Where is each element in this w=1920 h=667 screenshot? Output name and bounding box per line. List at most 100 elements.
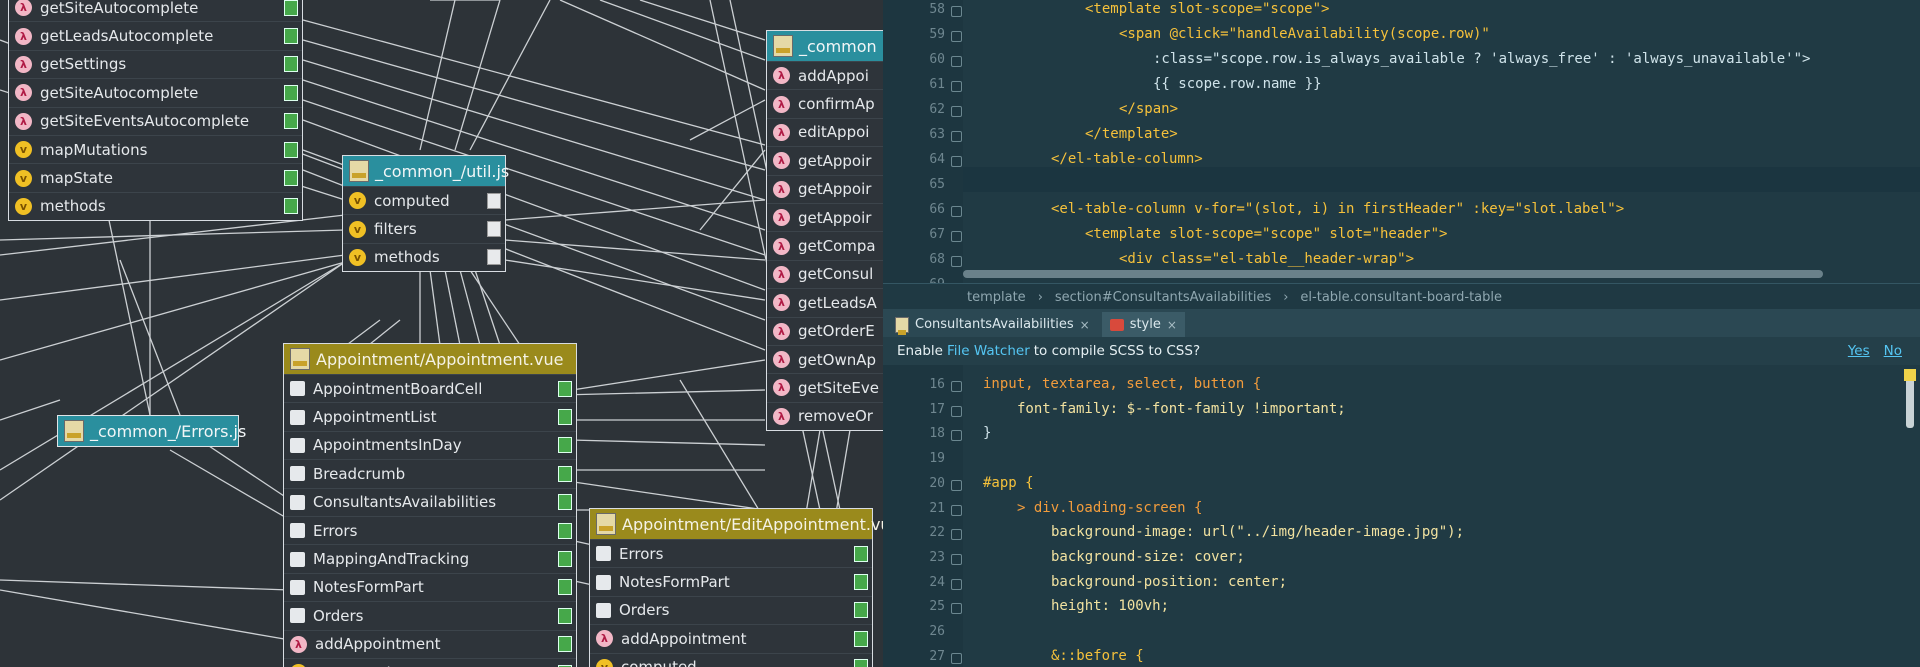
- fold-marker-icon[interactable]: [951, 381, 962, 392]
- code-line[interactable]: {{ scope.row.name }}: [1153, 76, 1322, 92]
- tab-style[interactable]: style ×: [1101, 312, 1185, 337]
- code-line[interactable]: background-position: center;: [1051, 574, 1287, 590]
- code-line[interactable]: background-image: url("../img/header-ima…: [1051, 524, 1464, 540]
- module-member-row[interactable]: λ getOwnAp: [767, 344, 883, 373]
- module-member-row[interactable]: Orders: [284, 601, 576, 629]
- module-member-row[interactable]: ConsultantsAvailabilities: [284, 487, 576, 516]
- code-line[interactable]: <el-table-column v-for="(slot, i) in fir…: [1051, 201, 1624, 217]
- module-member-row[interactable]: λ getSiteEve: [767, 373, 883, 401]
- fold-marker-icon[interactable]: [951, 430, 962, 442]
- breadcrumb-item[interactable]: el-table.consultant-board-table: [1300, 290, 1502, 305]
- fold-marker-icon[interactable]: [951, 156, 962, 167]
- fold-marker-icon[interactable]: [951, 256, 962, 267]
- horizontal-scrollbar[interactable]: [963, 270, 1823, 278]
- fold-marker-icon[interactable]: [951, 31, 962, 42]
- module-member-row[interactable]: λ addAppoi: [767, 61, 883, 89]
- module-member-row[interactable]: Errors: [590, 539, 872, 567]
- module-box-edit-appointment-vue[interactable]: Appointment/EditAppointment.vue Errors No…: [589, 508, 883, 667]
- fold-marker-icon[interactable]: [951, 81, 962, 92]
- module-member-row[interactable]: λ getSiteEventsAutocomplete: [9, 106, 302, 135]
- code-line[interactable]: background-size: cover;: [1051, 549, 1245, 565]
- connector-port-icon[interactable]: [558, 465, 572, 482]
- module-member-row[interactable]: NotesFormPart: [590, 567, 872, 595]
- connector-port-icon[interactable]: [854, 602, 868, 619]
- code-line[interactable]: <template slot-scope="scope" slot="heade…: [1085, 226, 1447, 242]
- fold-marker-icon[interactable]: [951, 504, 962, 516]
- module-member-row[interactable]: v methods: [343, 242, 505, 271]
- module-member-row[interactable]: NotesFormPart: [284, 572, 576, 601]
- code-line[interactable]: height: 100vh;: [1051, 598, 1169, 614]
- module-member-row[interactable]: λ confirmAp: [767, 89, 883, 117]
- code-line[interactable]: &::before {: [1051, 648, 1144, 664]
- fold-marker-icon[interactable]: [951, 206, 962, 217]
- code-line[interactable]: <div class="el-table__header-wrap">: [1119, 251, 1414, 267]
- fold-marker-icon[interactable]: [951, 106, 962, 117]
- close-icon[interactable]: ×: [1080, 318, 1090, 332]
- fold-marker-icon[interactable]: [951, 652, 962, 664]
- vertical-scrollbar[interactable]: [1906, 373, 1914, 428]
- module-member-row[interactable]: λ getCompa: [767, 231, 883, 259]
- fold-marker-icon[interactable]: [951, 529, 962, 541]
- module-member-row[interactable]: v filters: [343, 214, 505, 242]
- module-member-row[interactable]: v computed: [343, 186, 505, 214]
- connector-port-icon[interactable]: [284, 84, 298, 101]
- module-member-row[interactable]: λ getLeadsAutocomplete: [9, 21, 302, 49]
- connector-port-icon[interactable]: [558, 636, 572, 653]
- module-member-row[interactable]: λ editAppoi: [767, 117, 883, 146]
- fold-marker-icon[interactable]: [951, 603, 962, 615]
- module-member-row[interactable]: λ getAppoir: [767, 174, 883, 203]
- code-line[interactable]: :class="scope.row.is_always_available ? …: [1153, 51, 1810, 67]
- module-member-row[interactable]: λ addAppointment: [284, 629, 576, 658]
- connector-port-icon[interactable]: [284, 113, 298, 130]
- fold-marker-icon[interactable]: [951, 6, 962, 17]
- code-line[interactable]: <span @click="handleAvailability(scope.r…: [1119, 26, 1490, 42]
- module-member-row[interactable]: Orders: [590, 595, 872, 624]
- module-box-appointment-vue[interactable]: Appointment/Appointment.vue AppointmentB…: [283, 343, 577, 667]
- module-member-row[interactable]: v computed: [590, 652, 872, 667]
- module-box-common-api[interactable]: _common λ addAppoi λ confirmAp λ editAppoi λ ge…: [766, 30, 883, 432]
- connector-port-icon[interactable]: [558, 409, 572, 426]
- module-member-row[interactable]: λ getSettings: [9, 49, 302, 78]
- connector-port-icon[interactable]: [284, 198, 298, 215]
- module-box-autocomplete[interactable]: λ getSiteAutocomplete λ getLeadsAutocomplet…: [8, 0, 303, 222]
- connector-port-icon[interactable]: [558, 522, 572, 539]
- connector-port-icon[interactable]: [854, 659, 868, 667]
- module-member-row[interactable]: v mapMutations: [9, 134, 302, 163]
- module-member-row[interactable]: AppointmentBoardCell: [284, 374, 576, 402]
- module-member-row[interactable]: λ getSiteAutocomplete: [9, 0, 302, 21]
- module-member-row[interactable]: λ getAppoir: [767, 202, 883, 231]
- module-member-row[interactable]: v methods: [9, 191, 302, 220]
- connector-port-icon[interactable]: [284, 28, 298, 45]
- module-member-row[interactable]: λ getSiteAutocomplete: [9, 78, 302, 106]
- fold-marker-icon[interactable]: [951, 405, 962, 417]
- breadcrumb-item[interactable]: section#ConsultantsAvailabilities: [1055, 290, 1271, 305]
- breadcrumb-item[interactable]: template: [967, 290, 1026, 305]
- editor-pane-style[interactable]: 16 input, textarea, select, button {17 fon…: [883, 365, 1920, 667]
- connector-port-icon[interactable]: [854, 545, 868, 562]
- fold-marker-icon[interactable]: [951, 56, 962, 67]
- module-member-row[interactable]: Errors: [284, 515, 576, 544]
- connector-port-icon[interactable]: [487, 192, 501, 209]
- connector-port-icon[interactable]: [558, 380, 572, 397]
- module-member-row[interactable]: AppointmentsInDay: [284, 430, 576, 459]
- tab-consultants-availabilities[interactable]: ConsultantsAvailabilities ×: [887, 312, 1098, 337]
- module-box-util-js[interactable]: _common_/util.js v computed v filters v metho…: [342, 155, 509, 273]
- module-member-row[interactable]: λ getAppoir: [767, 146, 883, 174]
- connector-port-icon[interactable]: [854, 630, 868, 647]
- module-member-row[interactable]: λ getConsul: [767, 259, 883, 288]
- close-icon[interactable]: ×: [1167, 318, 1177, 332]
- fold-marker-icon[interactable]: [951, 578, 962, 590]
- module-member-row[interactable]: λ getLeadsA: [767, 288, 883, 316]
- code-line[interactable]: #app {: [983, 475, 1034, 491]
- connector-port-icon[interactable]: [284, 170, 298, 187]
- connector-port-icon[interactable]: [558, 551, 572, 568]
- fold-marker-icon[interactable]: [951, 553, 962, 565]
- connector-port-icon[interactable]: [487, 249, 501, 266]
- no-link[interactable]: No: [1884, 343, 1902, 359]
- fold-marker-icon[interactable]: [951, 479, 962, 491]
- module-member-row[interactable]: MappingAndTracking: [284, 544, 576, 572]
- connector-port-icon[interactable]: [558, 607, 572, 624]
- connector-port-icon[interactable]: [284, 141, 298, 158]
- connector-port-icon[interactable]: [284, 0, 298, 16]
- module-member-row[interactable]: AppointmentList: [284, 402, 576, 430]
